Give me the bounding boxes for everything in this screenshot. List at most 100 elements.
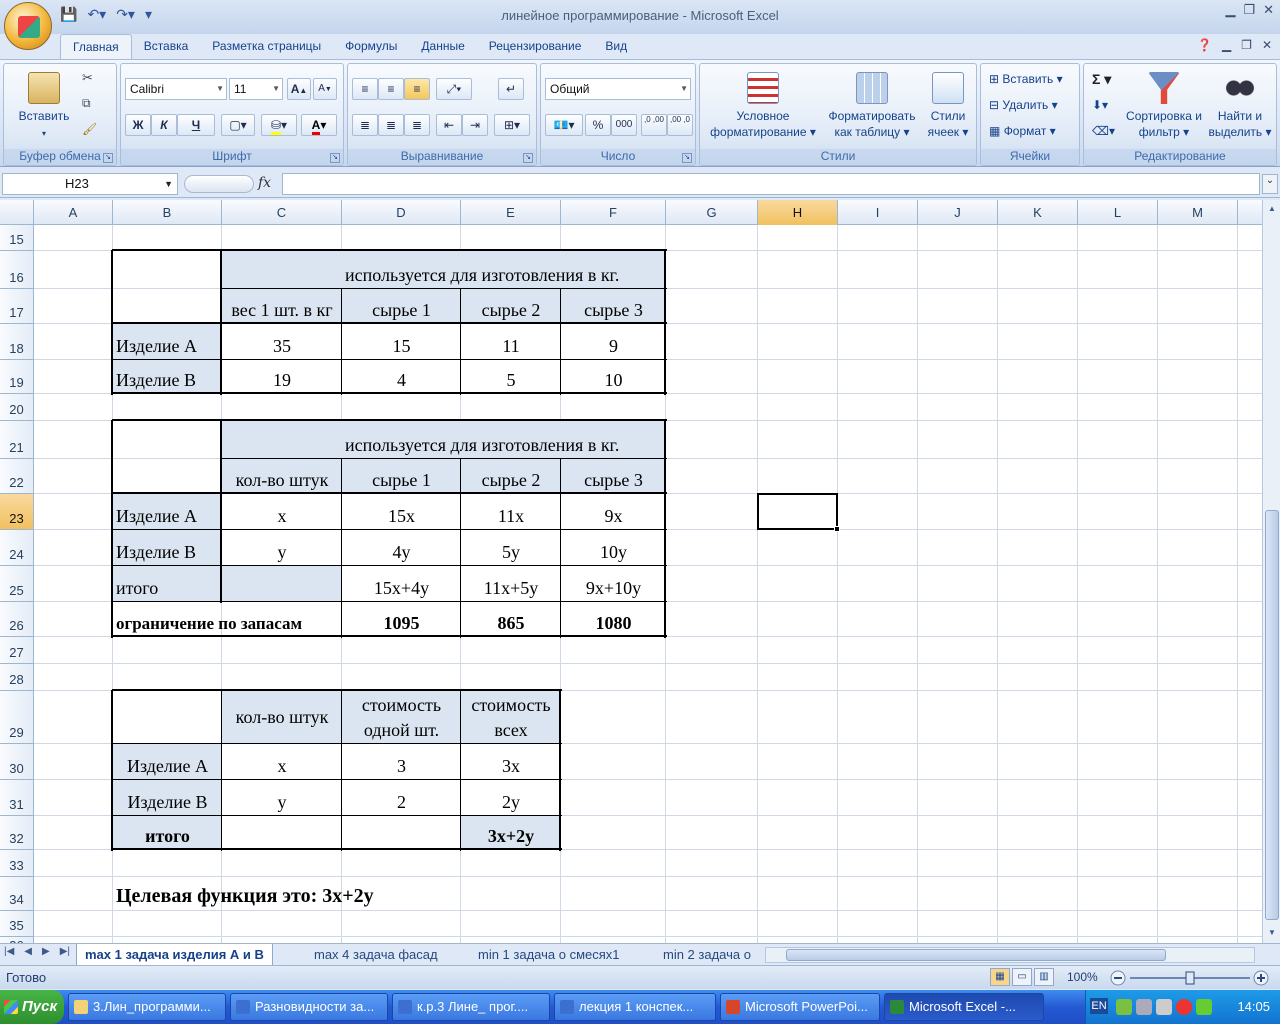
row-header-19[interactable]: 19 bbox=[0, 360, 34, 394]
prev-sheet-icon[interactable]: ◀ bbox=[24, 946, 32, 957]
tab-home[interactable]: Главная bbox=[60, 34, 132, 60]
cell-e18[interactable]: 11 bbox=[461, 324, 561, 360]
cell-f24[interactable]: 10y bbox=[561, 530, 666, 566]
cell-c29[interactable]: кол-во штук bbox=[222, 691, 342, 744]
column-header-b[interactable]: B bbox=[113, 200, 222, 225]
objective-function-text[interactable]: Целевая функция это: 3x+2y bbox=[113, 877, 561, 911]
tray-settings-icon[interactable] bbox=[1156, 999, 1172, 1015]
percent-button[interactable]: % bbox=[585, 114, 611, 136]
cell-styles-button[interactable]: Стили ячеек ▾ bbox=[922, 72, 974, 140]
wrap-text-icon[interactable]: ↵ bbox=[498, 78, 524, 100]
wb-minimize-icon[interactable]: ▁ bbox=[1222, 38, 1231, 52]
cell-c23[interactable]: x bbox=[222, 494, 342, 530]
increase-decimal-button[interactable]: ,0 ,00 bbox=[641, 114, 667, 136]
minimize-icon[interactable]: ▁ bbox=[1225, 2, 1235, 18]
column-header-g[interactable]: G bbox=[666, 200, 758, 225]
insert-function-icon[interactable]: fx bbox=[258, 175, 271, 191]
cell-d19[interactable]: 4 bbox=[342, 360, 461, 394]
row-header-31[interactable]: 31 bbox=[0, 780, 34, 816]
restore-icon[interactable]: ❐ bbox=[1243, 2, 1255, 18]
thousands-button[interactable]: 000 bbox=[611, 114, 637, 136]
first-sheet-icon[interactable]: |◀ bbox=[4, 946, 14, 957]
taskbar-item-2[interactable]: Разновидности за... bbox=[230, 993, 388, 1021]
cell-c24[interactable]: y bbox=[222, 530, 342, 566]
row-header-33[interactable]: 33 bbox=[0, 850, 34, 877]
normal-view-icon[interactable]: ▦ bbox=[990, 968, 1010, 986]
cell-f17[interactable]: сырье 3 bbox=[561, 289, 666, 324]
row-header-32[interactable]: 32 bbox=[0, 816, 34, 850]
row-header-35[interactable]: 35 bbox=[0, 911, 34, 937]
taskbar-item-1[interactable]: 3.Лин_программи... bbox=[68, 993, 226, 1021]
borders-button[interactable]: ▢▾ bbox=[221, 114, 255, 136]
taskbar-item-5[interactable]: Microsoft PowerPoi... bbox=[720, 993, 880, 1021]
sheet-tab-4[interactable]: min 2 задача о bbox=[655, 944, 759, 965]
cell-c30[interactable]: x bbox=[222, 744, 342, 780]
column-header-i[interactable]: I bbox=[838, 200, 918, 225]
dialog-launcher-icon[interactable]: ↘ bbox=[682, 153, 692, 163]
tab-view[interactable]: Вид bbox=[593, 34, 639, 60]
cell-d29[interactable]: стоимость одной шт. bbox=[342, 691, 461, 744]
row-header-18[interactable]: 18 bbox=[0, 324, 34, 360]
column-header-j[interactable]: J bbox=[918, 200, 998, 225]
page-layout-view-icon[interactable]: ▭ bbox=[1012, 968, 1032, 986]
row-header-27[interactable]: 27 bbox=[0, 637, 34, 664]
zoom-thumb[interactable] bbox=[1185, 971, 1195, 985]
row-header-20[interactable]: 20 bbox=[0, 394, 34, 421]
taskbar-item-3[interactable]: к.р.3 Лине_ прог.... bbox=[392, 993, 550, 1021]
dialog-launcher-icon[interactable]: ↘ bbox=[330, 153, 340, 163]
cell-e19[interactable]: 5 bbox=[461, 360, 561, 394]
tray-device-icon[interactable] bbox=[1136, 999, 1152, 1015]
row-header-15[interactable]: 15 bbox=[0, 225, 34, 251]
start-button[interactable]: Пуск bbox=[0, 990, 64, 1024]
row-header-25[interactable]: 25 bbox=[0, 566, 34, 602]
sheet-tab-3[interactable]: min 1 задача о смесях1 bbox=[470, 944, 628, 965]
cell-c17[interactable]: вес 1 шт. в кг bbox=[222, 289, 342, 324]
column-header-a[interactable]: A bbox=[34, 200, 113, 225]
cell-b23[interactable]: Изделие А bbox=[113, 494, 222, 530]
cell-d23[interactable]: 15x bbox=[342, 494, 461, 530]
scroll-up-icon[interactable]: ▲ bbox=[1265, 202, 1279, 216]
fill-handle[interactable] bbox=[834, 526, 840, 532]
column-header-e[interactable]: E bbox=[461, 200, 561, 225]
select-all-corner[interactable] bbox=[0, 200, 34, 225]
horizontal-scrollbar[interactable] bbox=[765, 947, 1255, 963]
decrease-decimal-button[interactable]: ,00 ,0 bbox=[667, 114, 693, 136]
column-header-c[interactable]: C bbox=[222, 200, 342, 225]
wb-close-icon[interactable]: ✕ bbox=[1262, 38, 1272, 52]
align-bottom-icon[interactable]: ≡ bbox=[404, 78, 430, 100]
paste-button[interactable]: Вставить ▾ bbox=[14, 72, 74, 142]
cell-e17[interactable]: сырье 2 bbox=[461, 289, 561, 324]
merge-center-icon[interactable]: ⊞▾ bbox=[494, 114, 530, 136]
dialog-launcher-icon[interactable]: ↘ bbox=[103, 153, 113, 163]
column-header-l[interactable]: L bbox=[1078, 200, 1158, 225]
sort-filter-button[interactable]: Сортировка и фильтр ▾ bbox=[1124, 72, 1204, 140]
chevron-down-icon[interactable]: ▼ bbox=[164, 174, 173, 194]
cell-f23[interactable]: 9x bbox=[561, 494, 666, 530]
cell-e31[interactable]: 2y bbox=[461, 780, 561, 816]
zoom-slider[interactable] bbox=[1110, 970, 1270, 986]
column-header-f[interactable]: F bbox=[561, 200, 666, 225]
wb-restore-icon[interactable]: ❐ bbox=[1241, 38, 1252, 52]
italic-button[interactable]: К bbox=[151, 114, 177, 136]
office-button[interactable] bbox=[4, 2, 52, 50]
cell-d24[interactable]: 4y bbox=[342, 530, 461, 566]
row-header-21[interactable]: 21 bbox=[0, 421, 34, 459]
sheet-tab-1[interactable]: max 1 задача изделия А и В bbox=[76, 944, 273, 965]
shrink-font-button[interactable]: A▼ bbox=[313, 78, 337, 100]
cell-d31[interactable]: 2 bbox=[342, 780, 461, 816]
bold-button[interactable]: Ж bbox=[125, 114, 151, 136]
horizontal-scroll-thumb[interactable] bbox=[786, 949, 1166, 961]
cell-d17[interactable]: сырье 1 bbox=[342, 289, 461, 324]
sheet-tab-2[interactable]: max 4 задача фасад bbox=[306, 944, 446, 965]
cell-e32[interactable]: 3x+2y bbox=[461, 816, 561, 850]
cell-e26[interactable]: 865 bbox=[461, 602, 561, 637]
cell-d16[interactable]: используется для изготовления в кг. bbox=[342, 251, 666, 289]
cell-b26[interactable]: ограничение по запасам bbox=[113, 602, 342, 637]
formula-input[interactable] bbox=[282, 173, 1260, 195]
fill-icon[interactable]: ⬇▾ bbox=[1092, 94, 1108, 116]
row-header-34[interactable]: 34 bbox=[0, 877, 34, 911]
language-indicator[interactable]: EN bbox=[1090, 998, 1108, 1014]
worksheet-grid[interactable]: ABCDEFGHIJKLM 15 16 17 18 19 20 21 22 23 24 25 26 27… bbox=[0, 200, 1262, 943]
zoom-level[interactable]: 100% bbox=[1067, 970, 1098, 984]
vertical-scrollbar[interactable]: ▲ ▼ bbox=[1262, 200, 1280, 943]
